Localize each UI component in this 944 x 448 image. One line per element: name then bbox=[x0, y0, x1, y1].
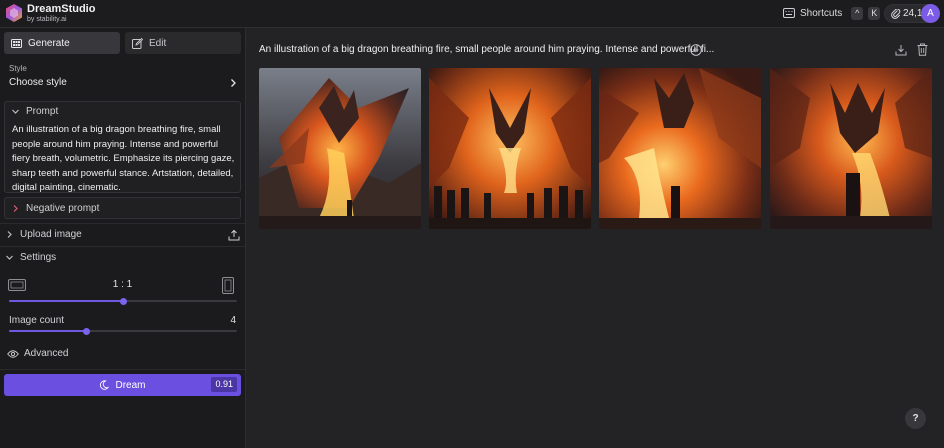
dragon-image-2-graphic bbox=[429, 68, 591, 229]
negative-prompt-toggle[interactable]: Negative prompt bbox=[4, 197, 241, 219]
dragon-image-3-graphic bbox=[599, 68, 761, 229]
image-count-value: 4 bbox=[230, 315, 236, 326]
advanced-toggle[interactable]: Advanced bbox=[7, 348, 68, 359]
prompt-toggle[interactable]: Prompt bbox=[11, 106, 58, 117]
download-icon[interactable] bbox=[895, 44, 907, 56]
dragon-image-3[interactable] bbox=[599, 68, 761, 229]
aspect-ratio-slider-fill bbox=[9, 300, 123, 302]
portrait-icon[interactable] bbox=[222, 277, 234, 294]
avatar[interactable]: A bbox=[921, 4, 940, 23]
aspect-ratio-value: 1 : 1 bbox=[112, 279, 133, 290]
dream-label: Dream bbox=[115, 379, 146, 391]
dragon-image-4-graphic bbox=[770, 68, 932, 229]
aspect-ratio-slider-handle[interactable] bbox=[119, 297, 127, 305]
prompt-label: Prompt bbox=[26, 106, 59, 117]
prompt-panel: Prompt An illustration of a big dragon b… bbox=[4, 101, 241, 193]
edit-icon bbox=[132, 37, 143, 49]
moon-icon bbox=[100, 380, 110, 390]
dragon-image-1-graphic bbox=[259, 68, 421, 229]
tab-generate-label: Generate bbox=[28, 37, 70, 49]
image-count-slider-fill bbox=[9, 330, 87, 332]
help-button[interactable]: ? bbox=[905, 408, 926, 429]
dragon-image-2[interactable] bbox=[429, 68, 591, 229]
upload-image-row[interactable]: Upload image bbox=[0, 223, 245, 245]
upload-icon[interactable] bbox=[228, 229, 240, 241]
reuse-prompt-icon[interactable] bbox=[690, 44, 702, 56]
credits-icon bbox=[891, 9, 901, 19]
credits-value: 24,1 bbox=[903, 8, 923, 19]
upload-image-label: Upload image bbox=[20, 229, 82, 240]
credits-badge[interactable]: 24,1 A bbox=[884, 4, 940, 23]
divider bbox=[0, 369, 245, 370]
top-bar: DreamStudio by stability.ai Shortcuts ^ … bbox=[0, 0, 944, 28]
keyboard-icon bbox=[783, 8, 795, 18]
chevron-right-icon[interactable] bbox=[228, 78, 238, 88]
settings-toggle[interactable]: Settings bbox=[0, 246, 245, 268]
app-byline: by stability.ai bbox=[27, 16, 67, 23]
dream-button[interactable]: Dream 0.91 bbox=[4, 374, 241, 396]
shortcuts-button[interactable]: Shortcuts ^ K bbox=[783, 6, 881, 20]
dragon-image-1[interactable] bbox=[259, 68, 421, 229]
app-name: DreamStudio bbox=[27, 3, 96, 15]
image-count-slider[interactable] bbox=[9, 327, 237, 335]
settings-label: Settings bbox=[20, 252, 57, 263]
style-label: Style bbox=[9, 64, 27, 73]
dreamstudio-logo bbox=[6, 4, 22, 22]
advanced-label: Advanced bbox=[24, 348, 69, 359]
chevron-down-icon bbox=[6, 255, 13, 260]
image-count-slider-handle[interactable] bbox=[83, 327, 91, 335]
chevron-down-icon bbox=[12, 109, 19, 114]
chevron-right-icon bbox=[13, 204, 18, 212]
tab-edit[interactable]: Edit bbox=[125, 32, 241, 54]
style-select[interactable]: Choose style bbox=[9, 77, 67, 88]
prompt-input[interactable]: An illustration of a big dragon breathin… bbox=[12, 123, 238, 196]
negative-prompt-label: Negative prompt bbox=[26, 202, 100, 214]
tab-generate[interactable]: Generate bbox=[4, 32, 120, 54]
shortcut-key-ctrl: ^ bbox=[851, 6, 864, 20]
shortcut-key-k: K bbox=[868, 6, 881, 20]
dream-cost-badge: 0.91 bbox=[211, 377, 237, 392]
image-count-label: Image count bbox=[9, 315, 65, 326]
dragon-image-4[interactable] bbox=[770, 68, 932, 229]
chevron-right-icon bbox=[7, 231, 12, 238]
trash-icon[interactable] bbox=[917, 43, 928, 56]
result-prompt-title: An illustration of a big dragon breathin… bbox=[259, 44, 715, 55]
tab-edit-label: Edit bbox=[149, 37, 167, 49]
sidebar: Generate Edit Style Choose style Prompt … bbox=[0, 28, 246, 448]
grid-icon bbox=[11, 38, 22, 48]
shortcuts-label: Shortcuts bbox=[800, 7, 843, 19]
eye-icon bbox=[7, 349, 19, 358]
aspect-ratio-slider[interactable] bbox=[9, 297, 237, 305]
